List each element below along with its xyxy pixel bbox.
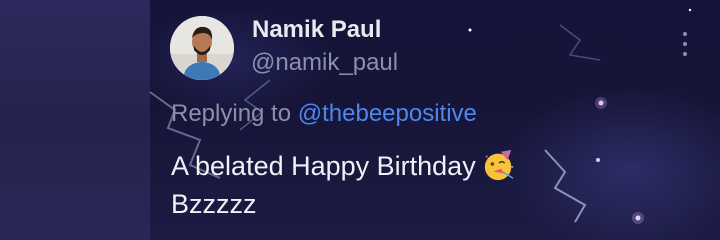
tweet-text-line-2: Bzzzzz <box>171 189 257 219</box>
more-options-button[interactable] <box>678 32 692 56</box>
more-vertical-icon <box>683 32 687 36</box>
author-avatar[interactable] <box>170 16 234 80</box>
author-handle[interactable]: @namik_paul <box>251 49 398 77</box>
avatar-photo <box>170 16 234 80</box>
replying-to-line: Replying to @thebeepositive <box>171 100 477 128</box>
tweet-text-line-1: A belated Happy Birthday <box>171 148 516 185</box>
replying-to-mention-link[interactable]: @thebeepositive <box>298 100 477 127</box>
partying-face-emoji-icon <box>484 149 514 180</box>
tweet-text: A belated Happy Birthday <box>171 151 476 181</box>
replying-to-label: Replying to <box>171 100 292 127</box>
author-name[interactable]: Namik Paul <box>252 16 381 44</box>
